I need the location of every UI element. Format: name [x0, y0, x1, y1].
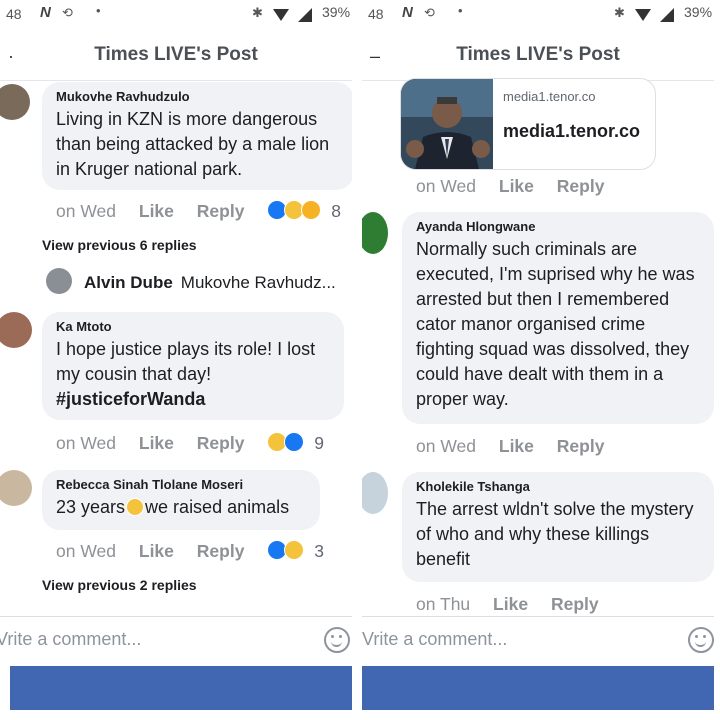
- reply-button[interactable]: Reply: [551, 594, 599, 614]
- reply-button[interactable]: Reply: [557, 436, 605, 456]
- reaction-count[interactable]: 3: [314, 541, 324, 561]
- emoji-icon[interactable]: [688, 627, 714, 653]
- comment-bubble[interactable]: Rebecca Sinah Tlolane Moseri 23 years we …: [42, 470, 320, 530]
- comment-actions: on Wed Like Reply 9: [56, 432, 342, 454]
- comment-composer: Vrite a comment...: [362, 616, 714, 667]
- bottom-bar: [362, 666, 714, 710]
- like-reaction-icon: [284, 432, 305, 452]
- avatar[interactable]: [0, 312, 32, 348]
- comment-input[interactable]: Vrite a comment...: [0, 629, 141, 650]
- comment-text: 23 years we raised animals: [56, 495, 306, 520]
- wow-reaction-icon: [301, 200, 322, 220]
- comment-author[interactable]: Ayanda Hlongwane: [416, 219, 700, 234]
- like-button[interactable]: Like: [139, 201, 174, 221]
- avatar[interactable]: [0, 84, 30, 120]
- comment-composer: Vrite a comment...: [0, 616, 352, 667]
- avatar[interactable]: [46, 268, 72, 294]
- comment-text: Normally such criminals are executed, I'…: [416, 239, 695, 409]
- comment-text: I hope justice plays its role! I lost my…: [56, 339, 316, 384]
- comment-text-part: we raised animals: [145, 497, 290, 517]
- like-button[interactable]: Like: [139, 541, 174, 561]
- sad-reaction-icon: [284, 540, 305, 560]
- like-button[interactable]: Like: [493, 594, 528, 614]
- comment-actions: on Wed Like Reply 3: [56, 540, 342, 562]
- page-title: Times LIVE's Post: [456, 44, 620, 65]
- comment-time: on Thu: [416, 594, 471, 614]
- status-bar: 48 N ⟲ • ✱ 39%: [362, 0, 714, 30]
- like-button[interactable]: Like: [139, 433, 174, 453]
- bluetooth-icon: ✱: [614, 5, 625, 20]
- comment-time: on Wed: [416, 176, 476, 196]
- comment-text: Living in KZN is more dangerous than bei…: [56, 109, 330, 179]
- sync-icon: ⟲: [62, 5, 73, 20]
- bluetooth-icon: ✱: [252, 5, 263, 20]
- status-bar: 48 N ⟲ • ✱ 39%: [0, 0, 352, 30]
- page-title: Times LIVE's Post: [94, 44, 258, 65]
- right-screenshot-panel: 48 N ⟲ • ✱ 39% – Times LIVE's Post media: [362, 0, 714, 720]
- emoji-icon[interactable]: [324, 627, 350, 653]
- reply-button[interactable]: Reply: [197, 541, 245, 561]
- comment-time: on Wed: [56, 541, 116, 561]
- comment-bubble[interactable]: Kholekile Tshanga The arrest wldn't solv…: [402, 472, 714, 582]
- comment-actions: on Thu Like Reply: [416, 594, 617, 615]
- n-notification-icon: N: [402, 4, 413, 21]
- comment-author[interactable]: Rebecca Sinah Tlolane Moseri: [56, 477, 306, 492]
- view-previous-replies-link[interactable]: View previous 2 replies: [42, 577, 197, 593]
- avatar[interactable]: [0, 470, 32, 506]
- battery-percent: 39%: [684, 4, 713, 20]
- comment-actions: on Wed Like Reply: [416, 436, 622, 457]
- reply-author: Alvin Dube: [84, 273, 173, 292]
- like-button[interactable]: Like: [499, 176, 534, 196]
- reply-button[interactable]: Reply: [557, 176, 605, 196]
- link-domain: media1.tenor.co: [503, 89, 596, 104]
- reply-button[interactable]: Reply: [197, 201, 245, 221]
- reply-button[interactable]: Reply: [197, 433, 245, 453]
- link-title: media1.tenor.co: [503, 121, 641, 141]
- comment-bubble[interactable]: Ayanda Hlongwane Normally such criminals…: [402, 212, 714, 424]
- comment-time: on Wed: [56, 433, 116, 453]
- comment-author[interactable]: Ka Mtoto: [56, 319, 330, 334]
- comment-input[interactable]: Vrite a comment...: [362, 629, 507, 650]
- comment-bubble[interactable]: Ka Mtoto I hope justice plays its role! …: [42, 312, 344, 420]
- bottom-bar: [10, 666, 352, 710]
- comment-time: on Wed: [416, 436, 476, 456]
- status-time: 48: [368, 6, 384, 22]
- reaction-count[interactable]: 9: [314, 433, 324, 453]
- comment-bubble[interactable]: Mukovhe Ravhudzulo Living in KZN is more…: [42, 82, 352, 190]
- n-notification-icon: N: [40, 4, 51, 21]
- sync-icon: ⟲: [424, 5, 435, 20]
- link-thumbnail: [401, 79, 493, 169]
- link-preview-card[interactable]: media1.tenor.co media1.tenor.co: [400, 78, 656, 170]
- reaction-count[interactable]: 8: [331, 201, 341, 221]
- comment-actions: on Wed Like Reply 8: [56, 200, 352, 222]
- battery-percent: 39%: [322, 4, 351, 20]
- notification-dot-icon: •: [96, 3, 101, 18]
- hashtag-link[interactable]: #justiceforWanda: [56, 387, 330, 412]
- like-button[interactable]: Like: [499, 436, 534, 456]
- wifi-icon: [273, 9, 289, 21]
- left-screenshot-panel: 48 N ⟲ • ✱ 39% · Times LIVE's Post Mukov…: [0, 0, 352, 720]
- notification-dot-icon: •: [458, 3, 463, 18]
- reply-text: Mukovhe Ravhudz...: [180, 273, 336, 292]
- crying-emoji-icon: [126, 498, 145, 516]
- wifi-icon: [635, 9, 651, 21]
- signal-icon: [660, 8, 674, 22]
- signal-icon: [298, 8, 312, 22]
- comment-text-part: 23 years: [56, 497, 126, 517]
- comment-actions: on Wed Like Reply: [416, 176, 622, 197]
- avatar[interactable]: [362, 212, 388, 254]
- comment-author[interactable]: Kholekile Tshanga: [416, 479, 700, 494]
- post-header: · Times LIVE's Post: [0, 30, 352, 81]
- view-previous-replies-link[interactable]: View previous 6 replies: [42, 237, 197, 253]
- post-header: – Times LIVE's Post: [362, 30, 714, 81]
- comment-time: on Wed: [56, 201, 116, 221]
- comment-author[interactable]: Mukovhe Ravhudzulo: [56, 89, 340, 104]
- comment-text: The arrest wldn't solve the mystery of w…: [416, 499, 694, 569]
- avatar[interactable]: [362, 472, 388, 514]
- reply-preview[interactable]: Alvin Dube Mukovhe Ravhudz...: [84, 273, 336, 293]
- status-time: 48: [6, 6, 22, 22]
- panel-divider: [352, 0, 362, 720]
- person-thumbnail-icon: [401, 79, 493, 169]
